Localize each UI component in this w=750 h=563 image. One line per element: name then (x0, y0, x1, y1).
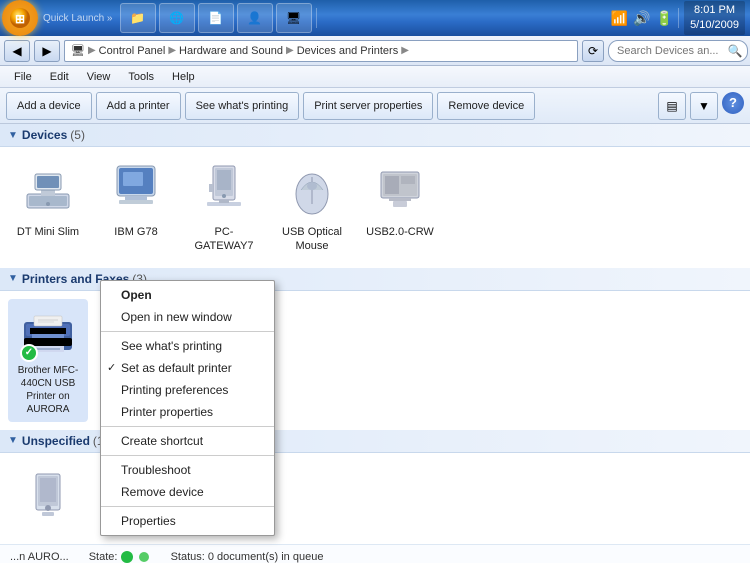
status-label: Status: (171, 551, 205, 563)
brother-icon: ✓ (18, 305, 78, 360)
taskbar-apps: 📁 🌐 📄 👤 🖥 (116, 3, 316, 33)
menu-help[interactable]: Help (164, 69, 203, 85)
menu-bar: File Edit View Tools Help (0, 66, 750, 88)
context-menu: Open Open in new window See what's print… (100, 280, 275, 536)
device-usb20-crw[interactable]: USB2.0-CRW (360, 155, 440, 260)
context-menu-see-printing[interactable]: See what's printing (101, 335, 274, 357)
context-menu-open-new-window[interactable]: Open in new window (101, 306, 274, 328)
usb-optical-mouse-label: USB Optical Mouse (276, 225, 348, 254)
breadcrumb-control-panel[interactable]: Control Panel (99, 45, 166, 57)
unspecified-chevron: ▼ (8, 435, 18, 446)
toolbar: Add a device Add a printer See what's pr… (0, 88, 750, 124)
breadcrumb-icon: 🖥 (71, 44, 85, 57)
menu-edit[interactable]: Edit (42, 69, 77, 85)
address-breadcrumb[interactable]: 🖥 ▶ Control Panel ▶ Hardware and Sound ▶… (64, 40, 578, 62)
taskbar-app-browser[interactable]: 🌐 (159, 3, 195, 33)
pc-gateway7-label: PC-GATEWAY7 (188, 225, 260, 254)
usb20-crw-icon (370, 161, 430, 221)
taskbar-app-files[interactable]: 📄 (198, 3, 234, 33)
toolbar-right: ▤ ▼ ? (658, 92, 744, 120)
search-button[interactable]: 🔍 (724, 40, 746, 62)
svg-text:⊞: ⊞ (15, 12, 25, 26)
devices-label: Devices (22, 128, 67, 142)
taskbar-right: 📶 🔊 🔋 8:01 PM 5/10/2009 (611, 1, 750, 36)
device-status-bar: ...n AURO... State: Status: 0 document(s… (0, 544, 750, 563)
unspecified-device[interactable] (8, 461, 88, 536)
context-menu-set-default[interactable]: Set as default printer (101, 357, 274, 379)
context-menu-open[interactable]: Open (101, 284, 274, 306)
view-dropdown-button[interactable]: ▼ (690, 92, 718, 120)
device-ibm-g78[interactable]: IBM G78 (96, 155, 176, 260)
unspecified-device-icon (18, 467, 78, 522)
usb-optical-mouse-icon (282, 161, 342, 221)
view-button[interactable]: ▤ (658, 92, 686, 120)
remove-device-button[interactable]: Remove device (437, 92, 535, 120)
help-button[interactable]: ? (722, 92, 744, 114)
taskbar-divider2 (678, 8, 679, 28)
network-icon: 📶 (611, 10, 628, 27)
devices-count: (5) (70, 128, 85, 142)
context-menu-sep4 (101, 506, 274, 507)
taskbar-app-folder[interactable]: 📁 (120, 3, 156, 33)
state-small-dot (139, 552, 149, 562)
address-bar-row: ◀ ▶ 🖥 ▶ Control Panel ▶ Hardware and Sou… (0, 36, 750, 66)
context-menu-printing-prefs[interactable]: Printing preferences (101, 379, 274, 401)
see-whats-printing-button[interactable]: See what's printing (185, 92, 300, 120)
menu-view[interactable]: View (79, 69, 119, 85)
ibm-g78-icon (106, 161, 166, 221)
context-menu-sep1 (101, 331, 274, 332)
forward-button[interactable]: ▶ (34, 40, 60, 62)
menu-tools[interactable]: Tools (120, 69, 162, 85)
pc-gateway7-icon (194, 161, 254, 221)
printers-chevron: ▼ (8, 273, 18, 284)
taskbar-app-screen[interactable]: 🖥 (276, 3, 312, 33)
context-menu-properties[interactable]: Properties (101, 510, 274, 532)
breadcrumb-hardware[interactable]: Hardware and Sound (179, 45, 283, 57)
default-printer-check: ✓ (20, 344, 38, 362)
device-usb-optical-mouse[interactable]: USB Optical Mouse (272, 155, 352, 260)
context-menu-sep3 (101, 455, 274, 456)
menu-file[interactable]: File (6, 69, 40, 85)
taskbar: ⊞ Quick Launch » 📁 🌐 📄 👤 🖥 📶 🔊 🔋 8:01 PM… (0, 0, 750, 36)
print-server-button[interactable]: Print server properties (303, 92, 433, 120)
dt-mini-slim-label: DT Mini Slim (17, 225, 79, 239)
device-dt-mini-slim[interactable]: DT Mini Slim (8, 155, 88, 260)
battery-icon: 🔋 (656, 10, 673, 27)
printer-brother[interactable]: ✓ Brother MFC-440CN USB Printer on AUROR… (8, 299, 88, 422)
state-green-dot (121, 551, 133, 563)
start-button[interactable]: ⊞ (2, 0, 38, 36)
unspecified-label: Unspecified (22, 434, 90, 448)
devices-grid: DT Mini Slim IBM G78 (0, 147, 750, 268)
context-menu-create-shortcut[interactable]: Create shortcut (101, 430, 274, 452)
context-menu-printer-props[interactable]: Printer properties (101, 401, 274, 423)
clock-time: 8:01 PM (690, 3, 739, 18)
brother-label: Brother MFC-440CN USB Printer on AURORA (12, 364, 84, 416)
device-name-short: ...n AURO... (10, 551, 69, 563)
refresh-button[interactable]: ⟳ (582, 40, 604, 62)
context-menu-troubleshoot[interactable]: Troubleshoot (101, 459, 274, 481)
usb20-crw-label: USB2.0-CRW (366, 225, 434, 239)
taskbar-divider (316, 8, 317, 28)
volume-icon: 🔊 (633, 10, 650, 27)
taskbar-app-user[interactable]: 👤 (237, 3, 273, 33)
state-section: State: (89, 551, 151, 563)
back-button[interactable]: ◀ (4, 40, 30, 62)
quick-launch-label: Quick Launch » (40, 13, 116, 24)
dt-mini-slim-icon (18, 161, 78, 221)
system-clock[interactable]: 8:01 PM 5/10/2009 (684, 1, 745, 36)
device-pc-gateway7[interactable]: PC-GATEWAY7 (184, 155, 264, 260)
state-label: State: (89, 551, 118, 563)
status-section: Status: 0 document(s) in queue (171, 551, 324, 563)
ibm-g78-label: IBM G78 (114, 225, 157, 239)
device-status-row: ...n AURO... State: Status: 0 document(s… (10, 551, 740, 563)
breadcrumb-devices[interactable]: Devices and Printers (297, 45, 399, 57)
add-device-button[interactable]: Add a device (6, 92, 92, 120)
clock-date: 5/10/2009 (690, 18, 739, 33)
add-printer-button[interactable]: Add a printer (96, 92, 181, 120)
devices-chevron: ▼ (8, 130, 18, 141)
devices-section-header[interactable]: ▼ Devices (5) (0, 124, 750, 147)
context-menu-sep2 (101, 426, 274, 427)
status-value: 0 document(s) in queue (208, 551, 324, 563)
context-menu-remove-device[interactable]: Remove device (101, 481, 274, 503)
